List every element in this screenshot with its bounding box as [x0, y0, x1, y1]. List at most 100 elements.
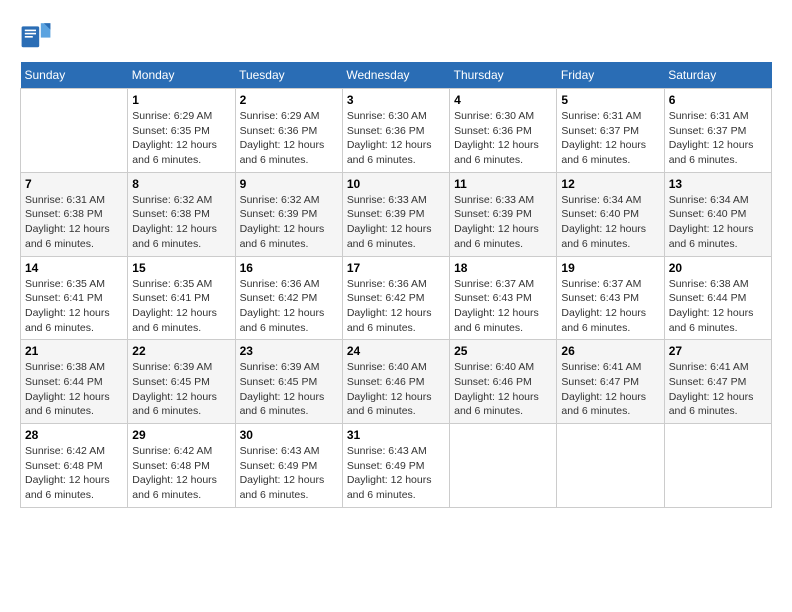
- day-number: 25: [454, 344, 552, 358]
- cell-info: Sunrise: 6:36 AMSunset: 6:42 PMDaylight:…: [240, 277, 338, 336]
- calendar-cell: 23 Sunrise: 6:39 AMSunset: 6:45 PMDayligh…: [235, 340, 342, 424]
- day-number: 1: [132, 93, 230, 107]
- calendar-cell: [664, 424, 771, 508]
- cell-info: Sunrise: 6:31 AMSunset: 6:37 PMDaylight:…: [561, 109, 659, 168]
- cell-info: Sunrise: 6:35 AMSunset: 6:41 PMDaylight:…: [25, 277, 123, 336]
- day-number: 19: [561, 261, 659, 275]
- day-number: 17: [347, 261, 445, 275]
- calendar-cell: 18 Sunrise: 6:37 AMSunset: 6:43 PMDayligh…: [450, 256, 557, 340]
- week-row-4: 21 Sunrise: 6:38 AMSunset: 6:44 PMDayligh…: [21, 340, 772, 424]
- calendar-cell: 20 Sunrise: 6:38 AMSunset: 6:44 PMDayligh…: [664, 256, 771, 340]
- calendar-cell: 25 Sunrise: 6:40 AMSunset: 6:46 PMDayligh…: [450, 340, 557, 424]
- cell-info: Sunrise: 6:32 AMSunset: 6:39 PMDaylight:…: [240, 193, 338, 252]
- day-number: 13: [669, 177, 767, 191]
- cell-info: Sunrise: 6:34 AMSunset: 6:40 PMDaylight:…: [669, 193, 767, 252]
- cell-info: Sunrise: 6:34 AMSunset: 6:40 PMDaylight:…: [561, 193, 659, 252]
- calendar-cell: 28 Sunrise: 6:42 AMSunset: 6:48 PMDayligh…: [21, 424, 128, 508]
- day-number: 27: [669, 344, 767, 358]
- calendar-cell: 3Sunrise: 6:30 AMSunset: 6:36 PMDaylight…: [342, 89, 449, 173]
- day-number: 18: [454, 261, 552, 275]
- calendar-cell: 14 Sunrise: 6:35 AMSunset: 6:41 PMDayligh…: [21, 256, 128, 340]
- cell-info: Sunrise: 6:40 AMSunset: 6:46 PMDaylight:…: [454, 360, 552, 419]
- calendar-cell: 29Sunrise: 6:42 AMSunset: 6:48 PMDayligh…: [128, 424, 235, 508]
- cell-info: Sunrise: 6:39 AMSunset: 6:45 PMDaylight:…: [132, 360, 230, 419]
- cell-info: Sunrise: 6:31 AMSunset: 6:37 PMDaylight:…: [669, 109, 767, 168]
- calendar-cell: 8 Sunrise: 6:32 AMSunset: 6:38 PMDaylight…: [128, 172, 235, 256]
- day-number: 20: [669, 261, 767, 275]
- day-number: 6: [669, 93, 767, 107]
- calendar-cell: 9 Sunrise: 6:32 AMSunset: 6:39 PMDaylight…: [235, 172, 342, 256]
- calendar-cell: 17 Sunrise: 6:36 AMSunset: 6:42 PMDayligh…: [342, 256, 449, 340]
- day-number: 26: [561, 344, 659, 358]
- calendar-cell: 27 Sunrise: 6:41 AMSunset: 6:47 PMDayligh…: [664, 340, 771, 424]
- column-header-sunday: Sunday: [21, 62, 128, 89]
- calendar-cell: 22 Sunrise: 6:39 AMSunset: 6:45 PMDayligh…: [128, 340, 235, 424]
- cell-info: Sunrise: 6:31 AMSunset: 6:38 PMDaylight:…: [25, 193, 123, 252]
- cell-info: Sunrise: 6:32 AMSunset: 6:38 PMDaylight:…: [132, 193, 230, 252]
- cell-info: Sunrise: 6:41 AMSunset: 6:47 PMDaylight:…: [669, 360, 767, 419]
- cell-info: Sunrise: 6:42 AMSunset: 6:48 PMDaylight:…: [25, 444, 123, 503]
- calendar-cell: [450, 424, 557, 508]
- cell-info: Sunrise: 6:37 AMSunset: 6:43 PMDaylight:…: [561, 277, 659, 336]
- calendar-cell: 1 Sunrise: 6:29 AMSunset: 6:35 PMDaylight…: [128, 89, 235, 173]
- calendar-cell: 7Sunrise: 6:31 AMSunset: 6:38 PMDaylight…: [21, 172, 128, 256]
- calendar-cell: 11 Sunrise: 6:33 AMSunset: 6:39 PMDayligh…: [450, 172, 557, 256]
- cell-info: Sunrise: 6:33 AMSunset: 6:39 PMDaylight:…: [454, 193, 552, 252]
- calendar-cell: 16 Sunrise: 6:36 AMSunset: 6:42 PMDayligh…: [235, 256, 342, 340]
- week-row-5: 28 Sunrise: 6:42 AMSunset: 6:48 PMDayligh…: [21, 424, 772, 508]
- page-header: [20, 20, 772, 52]
- cell-info: Sunrise: 6:37 AMSunset: 6:43 PMDaylight:…: [454, 277, 552, 336]
- day-number: 3: [347, 93, 445, 107]
- week-row-1: 1 Sunrise: 6:29 AMSunset: 6:35 PMDaylight…: [21, 89, 772, 173]
- day-number: 31: [347, 428, 445, 442]
- calendar-cell: 12 Sunrise: 6:34 AMSunset: 6:40 PMDayligh…: [557, 172, 664, 256]
- calendar-cell: 30 Sunrise: 6:43 AMSunset: 6:49 PMDayligh…: [235, 424, 342, 508]
- day-number: 9: [240, 177, 338, 191]
- day-number: 29: [132, 428, 230, 442]
- day-number: 23: [240, 344, 338, 358]
- day-number: 8: [132, 177, 230, 191]
- cell-info: Sunrise: 6:43 AMSunset: 6:49 PMDaylight:…: [240, 444, 338, 503]
- calendar-cell: 6 Sunrise: 6:31 AMSunset: 6:37 PMDaylight…: [664, 89, 771, 173]
- calendar-cell: 26 Sunrise: 6:41 AMSunset: 6:47 PMDayligh…: [557, 340, 664, 424]
- cell-info: Sunrise: 6:41 AMSunset: 6:47 PMDaylight:…: [561, 360, 659, 419]
- calendar-cell: 24Sunrise: 6:40 AMSunset: 6:46 PMDayligh…: [342, 340, 449, 424]
- calendar-cell: 5Sunrise: 6:31 AMSunset: 6:37 PMDaylight…: [557, 89, 664, 173]
- calendar-cell: 31 Sunrise: 6:43 AMSunset: 6:49 PMDayligh…: [342, 424, 449, 508]
- day-number: 24: [347, 344, 445, 358]
- cell-info: Sunrise: 6:30 AMSunset: 6:36 PMDaylight:…: [454, 109, 552, 168]
- calendar-cell: 10Sunrise: 6:33 AMSunset: 6:39 PMDayligh…: [342, 172, 449, 256]
- calendar-cell: [21, 89, 128, 173]
- column-header-saturday: Saturday: [664, 62, 771, 89]
- cell-info: Sunrise: 6:29 AMSunset: 6:35 PMDaylight:…: [132, 109, 230, 168]
- column-header-wednesday: Wednesday: [342, 62, 449, 89]
- column-header-tuesday: Tuesday: [235, 62, 342, 89]
- week-row-3: 14 Sunrise: 6:35 AMSunset: 6:41 PMDayligh…: [21, 256, 772, 340]
- cell-info: Sunrise: 6:39 AMSunset: 6:45 PMDaylight:…: [240, 360, 338, 419]
- cell-info: Sunrise: 6:33 AMSunset: 6:39 PMDaylight:…: [347, 193, 445, 252]
- day-number: 14: [25, 261, 123, 275]
- cell-info: Sunrise: 6:38 AMSunset: 6:44 PMDaylight:…: [25, 360, 123, 419]
- cell-info: Sunrise: 6:36 AMSunset: 6:42 PMDaylight:…: [347, 277, 445, 336]
- calendar-cell: 2Sunrise: 6:29 AMSunset: 6:36 PMDaylight…: [235, 89, 342, 173]
- calendar-cell: [557, 424, 664, 508]
- calendar-cell: 19 Sunrise: 6:37 AMSunset: 6:43 PMDayligh…: [557, 256, 664, 340]
- cell-info: Sunrise: 6:35 AMSunset: 6:41 PMDaylight:…: [132, 277, 230, 336]
- column-header-monday: Monday: [128, 62, 235, 89]
- day-number: 16: [240, 261, 338, 275]
- day-number: 11: [454, 177, 552, 191]
- week-row-2: 7Sunrise: 6:31 AMSunset: 6:38 PMDaylight…: [21, 172, 772, 256]
- day-number: 12: [561, 177, 659, 191]
- day-number: 28: [25, 428, 123, 442]
- calendar-table: SundayMondayTuesdayWednesdayThursdayFrid…: [20, 62, 772, 508]
- day-number: 4: [454, 93, 552, 107]
- day-number: 30: [240, 428, 338, 442]
- column-header-thursday: Thursday: [450, 62, 557, 89]
- cell-info: Sunrise: 6:38 AMSunset: 6:44 PMDaylight:…: [669, 277, 767, 336]
- day-number: 22: [132, 344, 230, 358]
- header-row: SundayMondayTuesdayWednesdayThursdayFrid…: [21, 62, 772, 89]
- cell-info: Sunrise: 6:43 AMSunset: 6:49 PMDaylight:…: [347, 444, 445, 503]
- day-number: 21: [25, 344, 123, 358]
- logo-icon: [20, 20, 52, 52]
- cell-info: Sunrise: 6:29 AMSunset: 6:36 PMDaylight:…: [240, 109, 338, 168]
